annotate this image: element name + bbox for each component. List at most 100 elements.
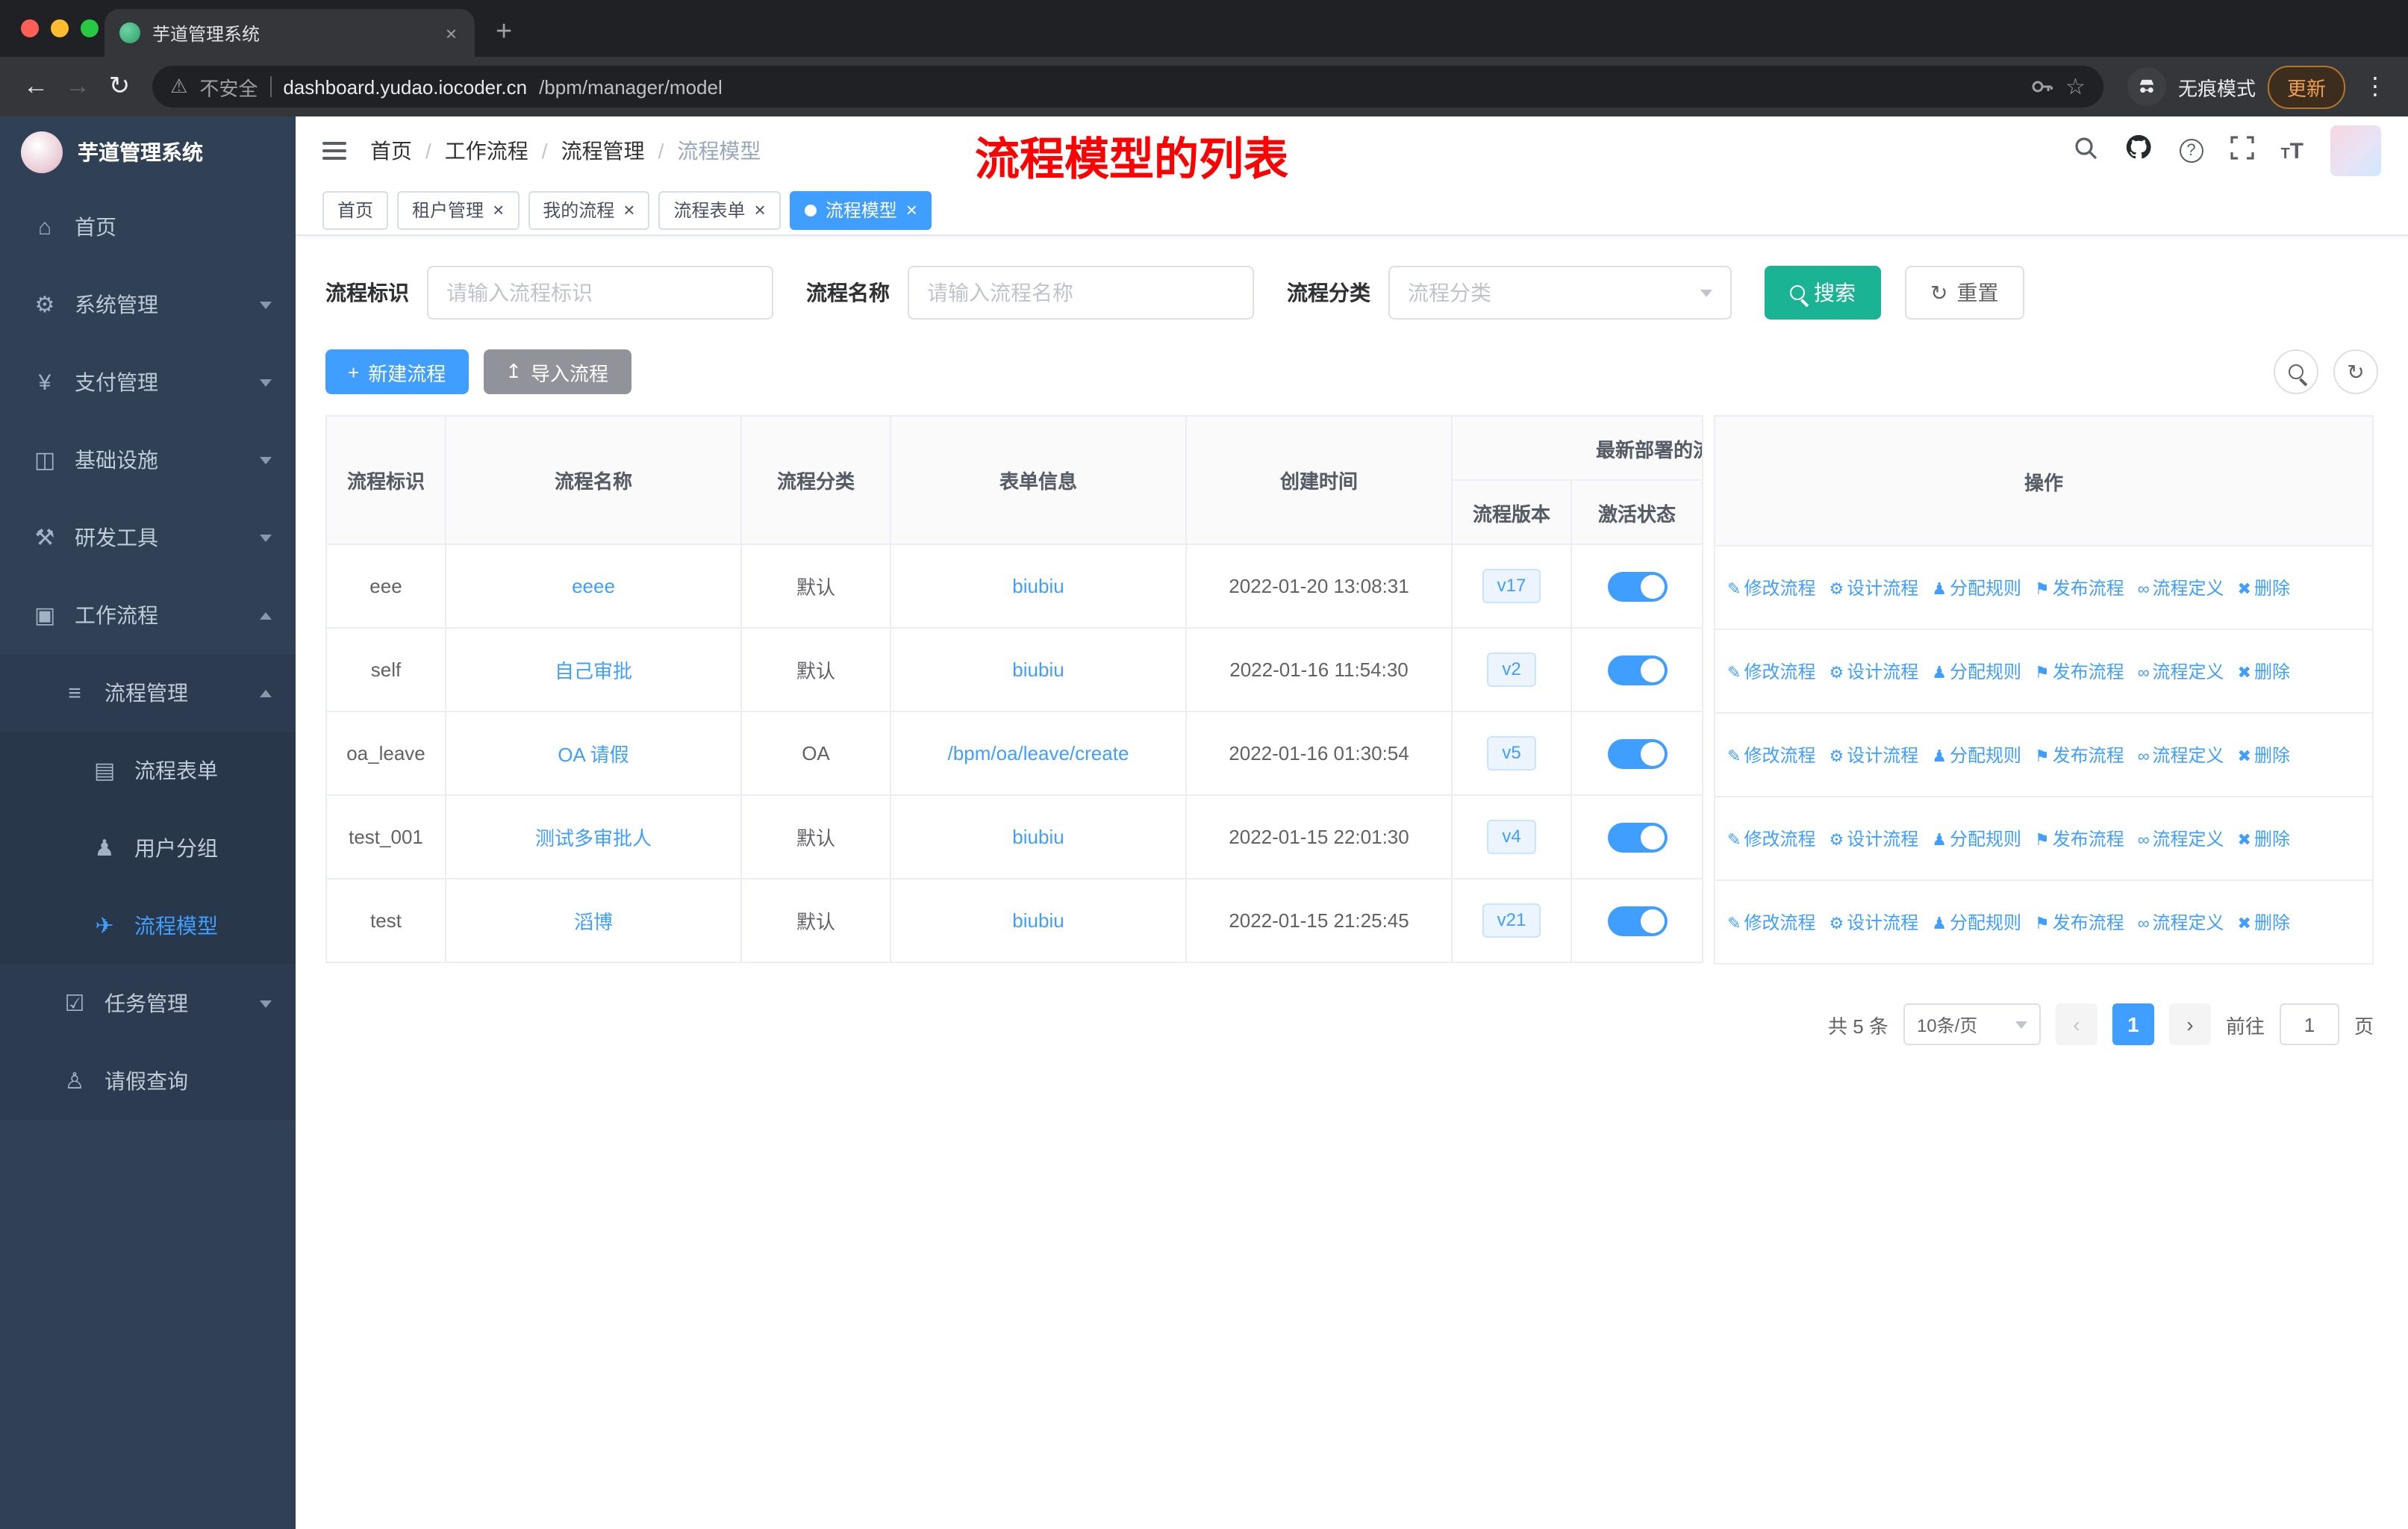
- browser-update-button[interactable]: 更新: [2267, 65, 2345, 108]
- process-id-input[interactable]: [427, 266, 773, 320]
- status-toggle[interactable]: [1607, 906, 1667, 935]
- delete-link[interactable]: 删除: [2238, 661, 2290, 682]
- form-link[interactable]: biubiu: [1012, 575, 1064, 597]
- assign-rule-link[interactable]: 分配规则: [1932, 745, 2021, 766]
- help-icon[interactable]: ?: [2179, 139, 2203, 163]
- sidebar-item-user-group[interactable]: 用户分组: [0, 809, 296, 887]
- process-definition-link[interactable]: 流程定义: [2138, 578, 2224, 599]
- modify-process-link[interactable]: 修改流程: [1727, 578, 1815, 599]
- publish-process-link[interactable]: 发布流程: [2035, 661, 2124, 682]
- browser-tab[interactable]: 芋道管理系统 ×: [105, 9, 475, 57]
- form-link[interactable]: /bpm/oa/leave/create: [948, 742, 1129, 764]
- bookmark-star-icon[interactable]: ☆: [2065, 73, 2086, 100]
- modify-process-link[interactable]: 修改流程: [1727, 829, 1815, 850]
- sidebar-item-process-management[interactable]: 流程管理: [0, 654, 296, 732]
- model-name-link[interactable]: OA 请假: [558, 744, 628, 766]
- github-icon[interactable]: [2124, 133, 2152, 169]
- next-page-button[interactable]: ›: [2168, 1003, 2211, 1045]
- maximize-window-button[interactable]: [81, 19, 99, 37]
- delete-link[interactable]: 删除: [2238, 745, 2290, 766]
- modify-process-link[interactable]: 修改流程: [1727, 912, 1815, 933]
- model-name-link[interactable]: 测试多审批人: [535, 827, 652, 850]
- process-category-select[interactable]: 流程分类: [1388, 266, 1732, 320]
- goto-page-input[interactable]: [2279, 1003, 2339, 1045]
- status-toggle[interactable]: [1607, 822, 1667, 852]
- tag-my-process[interactable]: 我的流程: [528, 190, 650, 229]
- search-button[interactable]: 搜索: [1765, 266, 1881, 320]
- fullscreen-icon[interactable]: [2230, 135, 2254, 166]
- model-name-link[interactable]: 自己审批: [555, 660, 632, 682]
- forward-button[interactable]: →: [57, 66, 99, 108]
- close-icon[interactable]: [623, 199, 634, 221]
- sidebar-item-devtools[interactable]: 研发工具: [0, 499, 296, 576]
- tag-process-model[interactable]: 流程模型: [789, 190, 932, 229]
- sidebar-item-leave-query[interactable]: 请假查询: [0, 1042, 296, 1120]
- form-link[interactable]: biubiu: [1012, 826, 1064, 848]
- design-process-link[interactable]: 设计流程: [1829, 745, 1918, 766]
- sidebar-item-process-form[interactable]: 流程表单: [0, 732, 296, 809]
- sidebar-item-workflow[interactable]: 工作流程: [0, 576, 296, 654]
- delete-link[interactable]: 删除: [2238, 578, 2290, 599]
- publish-process-link[interactable]: 发布流程: [2035, 829, 2124, 850]
- user-avatar[interactable]: [2330, 125, 2381, 176]
- modify-process-link[interactable]: 修改流程: [1727, 661, 1815, 682]
- status-toggle[interactable]: [1607, 738, 1667, 768]
- process-definition-link[interactable]: 流程定义: [2138, 661, 2224, 682]
- close-icon[interactable]: [493, 199, 504, 221]
- breadcrumb-item[interactable]: 工作流程: [412, 136, 528, 166]
- model-name-link[interactable]: eeee: [572, 575, 615, 597]
- collapse-sidebar-icon[interactable]: [322, 142, 346, 160]
- assign-rule-link[interactable]: 分配规则: [1932, 578, 2021, 599]
- browser-menu-icon[interactable]: ⋮: [2357, 72, 2393, 102]
- reload-button[interactable]: ↻: [99, 66, 140, 108]
- assign-rule-link[interactable]: 分配规则: [1932, 829, 2021, 850]
- breadcrumb-item[interactable]: 流程管理: [528, 136, 645, 166]
- sidebar-item-payment[interactable]: 支付管理: [0, 343, 296, 421]
- back-button[interactable]: ←: [15, 66, 57, 108]
- publish-process-link[interactable]: 发布流程: [2035, 912, 2124, 933]
- close-icon[interactable]: [906, 199, 917, 221]
- design-process-link[interactable]: 设计流程: [1829, 578, 1918, 599]
- design-process-link[interactable]: 设计流程: [1829, 661, 1918, 682]
- sidebar-item-system[interactable]: 系统管理: [0, 266, 296, 343]
- assign-rule-link[interactable]: 分配规则: [1932, 661, 2021, 682]
- close-icon[interactable]: [755, 199, 766, 221]
- model-name-link[interactable]: 滔博: [574, 911, 613, 933]
- delete-link[interactable]: 删除: [2238, 912, 2290, 933]
- prev-page-button[interactable]: ‹: [2055, 1003, 2097, 1045]
- tab-close-icon[interactable]: ×: [443, 22, 460, 44]
- reset-button[interactable]: ↻ 重置: [1905, 266, 2024, 320]
- page-number-button[interactable]: 1: [2112, 1003, 2154, 1045]
- sidebar-item-home[interactable]: 首页: [0, 188, 296, 266]
- status-toggle[interactable]: [1607, 571, 1667, 601]
- status-toggle[interactable]: [1607, 655, 1667, 685]
- new-tab-button[interactable]: +: [496, 18, 512, 46]
- create-process-button[interactable]: + 新建流程: [325, 349, 469, 394]
- sidebar-item-task-management[interactable]: 任务管理: [0, 965, 296, 1042]
- form-link[interactable]: biubiu: [1012, 658, 1064, 681]
- table-search-button[interactable]: [2274, 349, 2318, 394]
- tag-tenant[interactable]: 租户管理: [397, 190, 520, 229]
- process-definition-link[interactable]: 流程定义: [2138, 912, 2224, 933]
- tag-home[interactable]: 首页: [322, 190, 389, 229]
- sidebar-item-infra[interactable]: 基础设施: [0, 421, 296, 499]
- process-definition-link[interactable]: 流程定义: [2138, 829, 2224, 850]
- publish-process-link[interactable]: 发布流程: [2035, 578, 2124, 599]
- table-refresh-button[interactable]: ↻: [2333, 349, 2378, 394]
- process-name-input[interactable]: [908, 266, 1254, 320]
- import-process-button[interactable]: ↥ 导入流程: [483, 349, 631, 394]
- close-window-button[interactable]: [21, 19, 39, 37]
- page-size-select[interactable]: 10条/页: [1903, 1003, 2041, 1045]
- assign-rule-link[interactable]: 分配规则: [1932, 912, 2021, 933]
- breadcrumb-item[interactable]: 首页: [370, 136, 412, 166]
- sidebar-item-process-model[interactable]: 流程模型: [0, 887, 296, 965]
- delete-link[interactable]: 删除: [2238, 829, 2290, 850]
- font-size-icon[interactable]: TT: [2280, 138, 2303, 164]
- passkey-icon[interactable]: [2030, 75, 2053, 99]
- process-definition-link[interactable]: 流程定义: [2138, 745, 2224, 766]
- search-icon[interactable]: [2073, 135, 2097, 166]
- tag-process-form[interactable]: 流程表单: [658, 190, 781, 229]
- form-link[interactable]: biubiu: [1012, 909, 1064, 932]
- minimize-window-button[interactable]: [51, 19, 69, 37]
- modify-process-link[interactable]: 修改流程: [1727, 745, 1815, 766]
